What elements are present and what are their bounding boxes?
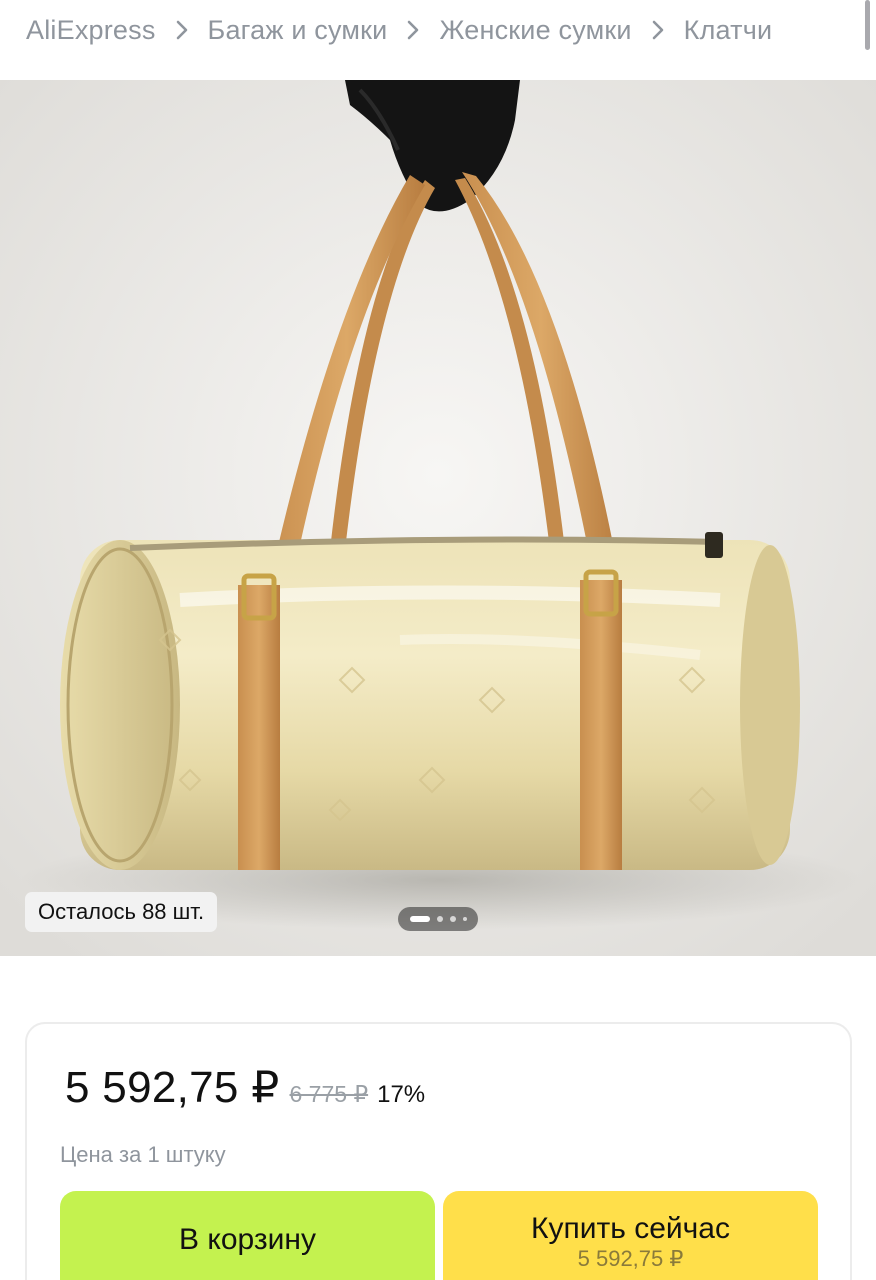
- chevron-right-icon: [156, 19, 208, 41]
- pager-dot[interactable]: [462, 917, 467, 921]
- breadcrumb-item-aliexpress[interactable]: AliExpress: [26, 15, 156, 46]
- price-unit-note: Цена за 1 штуку: [60, 1142, 226, 1167]
- current-price: 5 592,75 ₽: [65, 1063, 280, 1112]
- price-card: 5 592,75 ₽ 6 775 ₽ 17% Цена за 1 штуку В…: [25, 1022, 852, 1280]
- chevron-right-icon: [632, 19, 684, 41]
- old-price: 6 775 ₽: [289, 1081, 369, 1107]
- pager-dot[interactable]: [436, 916, 443, 922]
- buy-now-button[interactable]: Купить сейчас 5 592,75 ₽: [443, 1191, 818, 1280]
- buy-now-label: Купить сейчас: [531, 1212, 730, 1245]
- pager-dot-active[interactable]: [409, 916, 430, 922]
- add-to-cart-button[interactable]: В корзину: [60, 1191, 435, 1280]
- price-row: 5 592,75 ₽ 6 775 ₽ 17%: [65, 1062, 425, 1113]
- breadcrumb: AliExpress Багаж и сумки Женские сумки К…: [0, 0, 876, 80]
- add-to-cart-label: В корзину: [179, 1223, 316, 1256]
- chevron-right-icon: [387, 19, 439, 41]
- stock-remaining-label: Осталось 88 шт.: [38, 899, 205, 924]
- breadcrumb-item-womens-bags[interactable]: Женские сумки: [439, 15, 631, 46]
- discount-percent: 17%: [377, 1081, 426, 1108]
- image-pager[interactable]: [398, 907, 478, 931]
- product-page: AliExpress Багаж и сумки Женские сумки К…: [0, 0, 876, 1280]
- pager-dot[interactable]: [449, 916, 456, 922]
- product-image-gallery[interactable]: Осталось 88 шт.: [0, 80, 876, 956]
- scrollbar[interactable]: [865, 0, 870, 50]
- product-photo: [0, 80, 876, 956]
- buy-now-price: 5 592,75 ₽: [577, 1246, 684, 1271]
- breadcrumb-item-clutches[interactable]: Клатчи: [684, 15, 773, 46]
- stock-remaining-badge: Осталось 88 шт.: [25, 892, 218, 932]
- breadcrumb-item-luggage-bags[interactable]: Багаж и сумки: [208, 15, 388, 46]
